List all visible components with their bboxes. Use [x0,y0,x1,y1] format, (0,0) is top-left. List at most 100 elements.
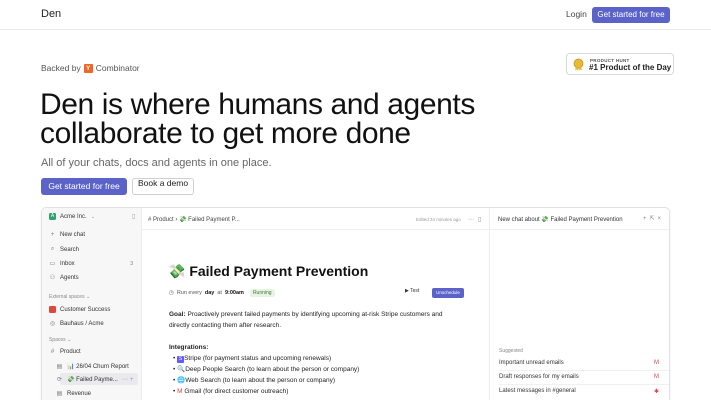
sidebar-item-label: Search [60,246,80,253]
goal-text-2: directly contacting them after research. [169,322,281,329]
sidebar-item-revenue[interactable]: ▤ Revenue [56,390,92,398]
suggestion-item[interactable]: Draft responses for my emails M [499,374,659,380]
product-hunt-badge[interactable]: PRODUCT HUNT #1 Product of the Day [566,53,674,75]
sidebar-item-label: 💸 Failed Payme... [67,377,118,383]
list-item[interactable]: • M Gmail (for direct customer outreach) [173,386,359,397]
chat-toolbar-icons[interactable]: +⇱× [643,215,664,222]
plus-icon: + [50,232,55,238]
product-hunt-award: #1 Product of the Day [589,63,672,72]
sidebar-item-label: Revenue [67,390,92,397]
suggestion-item[interactable]: Latest messages in #general ✱ [499,388,659,395]
brand-logo[interactable]: Den [41,8,61,20]
people-search-icon: 🔍 [177,366,186,373]
sidebar-item-label: Customer Success [60,306,111,313]
chat-toolbar: New chat about 💸 Failed Payment Preventi… [490,208,669,230]
sidebar-item-product[interactable]: # Product [49,349,81,355]
document-icon: ▤ [56,391,63,397]
goal-text: Proactively prevent failed payments by i… [187,311,443,318]
sidebar-item-bauhaus[interactable]: ◎ Bauhaus / Acme [49,320,104,328]
more-options-icon[interactable]: ⋯+ [122,376,136,383]
space-logo-icon [49,306,56,313]
external-spaces-header[interactable]: External spaces ⌄ [49,294,90,300]
app-preview: A Acme Inc. ⌄ ▯ + New chat ⌕ Search ▭ In… [41,207,670,400]
chevron-down-icon: ⌄ [67,337,72,343]
section-label: Spaces [49,337,66,343]
integrations-heading: Integrations: [169,344,209,351]
sidebar-item-failed-payment[interactable]: ⟳ 💸 Failed Payme... ⋯+ [56,376,135,383]
goal-paragraph[interactable]: Goal: Proactively prevent failed payment… [169,309,443,331]
app-sidebar: A Acme Inc. ⌄ ▯ + New chat ⌕ Search ▭ In… [42,208,142,400]
inbox-icon: ▭ [49,261,56,267]
search-icon: ⌕ [50,246,55,252]
slack-icon: ✱ [653,389,659,395]
backed-by-combinator: Combinator [95,63,140,73]
inbox-count-badge: 3 [130,261,133,267]
hero-headline: Den is where humans and agents collabora… [40,88,520,150]
list-item[interactable]: • 🔍Deep People Search (to learn about th… [173,364,359,375]
integration-text: Gmail (for direct customer outreach) [184,388,289,395]
doc-toolbar-icons[interactable]: ⋯▯ [468,216,485,223]
sidebar-item-label: New chat [60,232,86,238]
integration-text: Web Search (to learn about the person or… [185,377,336,384]
chevron-down-icon: ⌄ [85,294,91,300]
chat-panel: New chat about 💸 Failed Payment Preventi… [490,208,669,400]
suggestion-text: Draft responses for my emails [499,374,579,380]
sidebar-item-label: Inbox [60,260,75,267]
divider [499,384,669,385]
test-button[interactable]: ▶ Test [405,288,419,294]
integration-text: Stripe (for payment status and upcoming … [184,355,332,362]
sidebar-item-search[interactable]: ⌕ Search [49,246,79,253]
sidebar-item-new-chat[interactable]: + New chat [49,232,85,238]
backed-by: Backed by Y Combinator [41,63,140,73]
schedule-at: at [217,290,222,296]
workspace-switcher[interactable]: A Acme Inc. ⌄ [49,213,95,220]
spaces-header[interactable]: Spaces ⌄ [49,337,71,343]
gmail-icon: M [654,360,659,366]
sidebar-item-label: Bauhaus / Acme [60,320,104,327]
get-started-button-top[interactable]: Get started for free [592,7,670,23]
gmail-icon: M [654,374,659,380]
hero-line-2: collaborate to get more done [40,117,411,150]
breadcrumb[interactable]: # Product › 💸 Failed Payment P... [148,216,240,223]
suggested-label: Suggested [499,348,523,354]
workspace-logo-icon: A [49,213,56,220]
sidebar-item-label: Agents [60,274,79,281]
doc-pane: # Product › 💸 Failed Payment P... Edited… [142,208,490,400]
divider [499,370,669,371]
section-label: External spaces [49,294,85,300]
suggestion-text: Latest messages in #general [499,388,576,394]
hero-line-1: Den is where humans and agents [40,88,475,121]
unschedule-button[interactable]: Unschedule [432,288,464,298]
list-item[interactable]: • 🌐Web Search (to learn about the person… [173,375,359,386]
sidebar-item-label: Product [60,349,81,355]
agents-icon: ⚇ [49,275,56,281]
top-nav: Den Login Get started for free [0,0,711,30]
workspace-name: Acme Inc. [60,213,87,220]
schedule-frequency[interactable]: day [205,290,214,296]
suggestion-item[interactable]: Important unread emails M [499,360,659,366]
sidebar-toggle-icon[interactable]: ▯ [132,213,135,220]
integration-text: Deep People Search (to learn about the p… [185,366,360,373]
automation-icon: ⟳ [56,377,63,383]
book-demo-button[interactable]: Book a demo [132,178,194,195]
doc-title[interactable]: 💸 Failed Payment Prevention [168,263,368,280]
web-search-icon: 🌐 [177,377,186,384]
suggestion-text: Important unread emails [499,360,564,366]
sidebar-item-churn-report[interactable]: ▤ 📊 26/04 Churn Report [56,363,129,370]
get-started-button[interactable]: Get started for free [41,178,127,195]
chevron-down-icon: ⌄ [90,213,95,220]
login-link[interactable]: Login [566,9,587,19]
sidebar-item-inbox[interactable]: ▭ Inbox [49,260,75,268]
goal-label: Goal: [169,311,186,318]
backed-by-label: Backed by [41,63,81,73]
medal-icon [573,58,584,71]
sidebar-item-label: 📊 26/04 Churn Report [67,364,129,370]
sidebar-item-customer-success[interactable]: Customer Success [49,306,110,313]
status-badge: Running [249,289,275,297]
schedule-prefix: Run every [176,290,202,296]
sidebar-item-agents[interactable]: ⚇ Agents [49,274,79,282]
ycombinator-logo-icon: Y [83,63,93,73]
clock-icon: ◷ [169,290,174,296]
schedule-time[interactable]: 9:00am [225,290,244,296]
list-item[interactable]: • S Stripe (for payment status and upcomi… [173,353,359,364]
